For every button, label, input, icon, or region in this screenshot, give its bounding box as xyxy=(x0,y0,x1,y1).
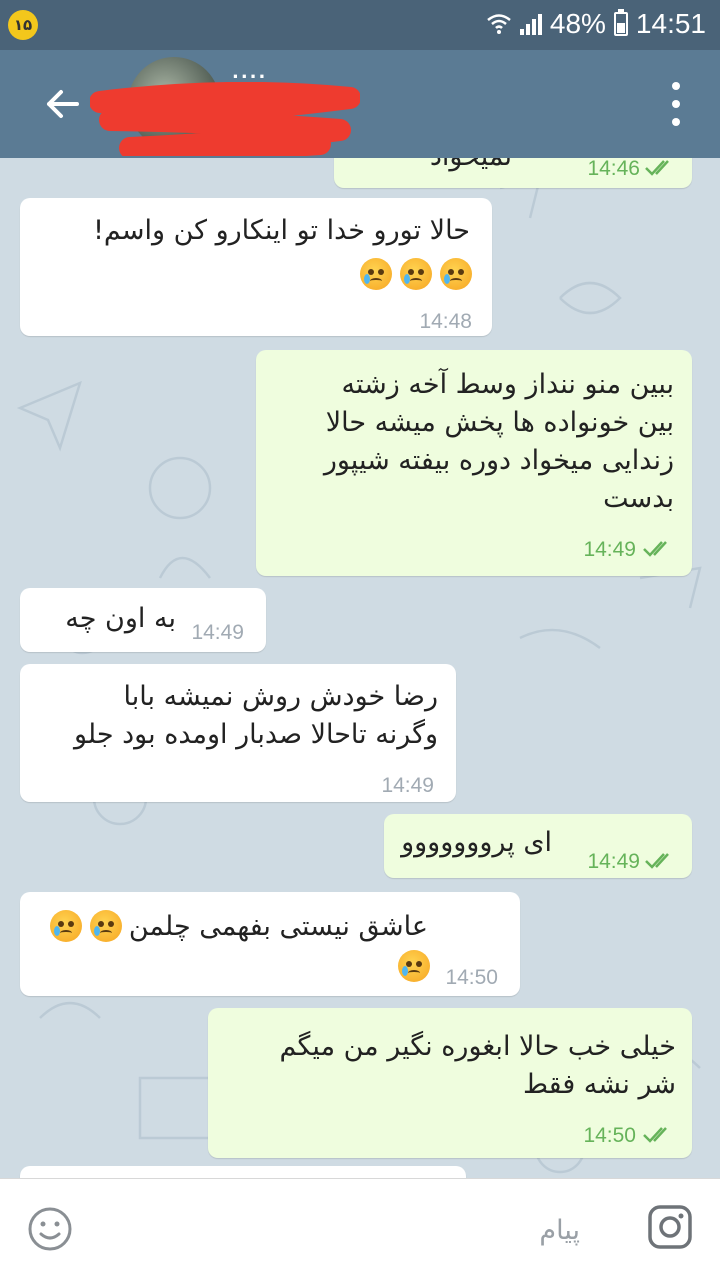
dot-icon xyxy=(672,118,680,126)
message-bubble[interactable] xyxy=(20,1166,466,1178)
message-input-bar xyxy=(0,1178,720,1280)
message-time: 14:49 xyxy=(381,774,434,797)
message-text: عاشق نیستی بفهمی چلمن xyxy=(128,911,428,942)
message-time: 14:49 xyxy=(191,621,244,644)
contact-name[interactable]: .... xyxy=(232,62,267,83)
notification-badge: ۱۵ xyxy=(8,10,38,40)
battery-percent: 48% xyxy=(549,8,606,39)
message-text: حالا تورو خدا تو اینکارو کن واسم! xyxy=(93,215,470,246)
double-check-icon xyxy=(643,1127,667,1143)
dot-icon xyxy=(672,100,680,108)
message-bubble[interactable]: ببین منو ننداز وسط آخه زشته بین خونواده … xyxy=(256,350,692,576)
double-check-icon xyxy=(645,853,669,869)
message-text: نمیخواد xyxy=(342,158,512,176)
battery-icon xyxy=(613,9,628,36)
more-options-button[interactable] xyxy=(666,82,686,126)
message-input[interactable] xyxy=(100,1203,580,1257)
crying-face-icon xyxy=(360,258,392,290)
message-text: ببین منو ننداز وسط آخه زشته بین خونواده … xyxy=(323,369,674,514)
message-list[interactable]: نمیخواد 14:46 حالا تورو خدا تو اینکارو ک… xyxy=(0,158,720,1178)
message-time: 14:49 xyxy=(583,538,636,561)
crying-face-icon xyxy=(440,258,472,290)
loudly-crying-face-icon xyxy=(398,950,430,982)
redaction-scribble xyxy=(90,82,360,156)
emoji-row xyxy=(394,950,430,982)
message-bubble[interactable]: نمیخواد 14:46 xyxy=(334,158,692,188)
message-bubble[interactable]: خیلی خب حالا ابغوره نگیر من میگم شر نشه … xyxy=(208,1008,692,1158)
back-button[interactable] xyxy=(34,78,90,130)
message-bubble[interactable]: عاشق نیستی بفهمی چلمن 14:50 xyxy=(20,892,520,996)
message-text: خیلی خب حالا ابغوره نگیر من میگم شر نشه … xyxy=(279,1031,676,1100)
dot-icon xyxy=(672,82,680,90)
message-time: 14:49 xyxy=(587,850,640,873)
double-check-icon xyxy=(645,160,669,176)
loudly-crying-face-icon xyxy=(90,910,122,942)
message-time: 14:48 xyxy=(419,310,472,333)
message-text: به اون چه xyxy=(65,603,176,634)
emoji-row xyxy=(356,258,472,290)
message-text: ای پرووووووو xyxy=(401,827,552,858)
wifi-icon xyxy=(487,14,511,34)
message-time: 14:46 xyxy=(587,158,640,180)
message-time: 14:50 xyxy=(445,966,498,989)
arrow-left-icon xyxy=(47,90,79,118)
clock: 14:51 xyxy=(635,8,706,39)
message-time: 14:50 xyxy=(583,1124,636,1147)
emoji-row xyxy=(46,910,122,942)
chat-header: .... xyxy=(0,50,720,158)
double-check-icon xyxy=(643,541,667,557)
loudly-crying-face-icon xyxy=(50,910,82,942)
signal-icon xyxy=(519,13,542,35)
message-bubble[interactable]: حالا تورو خدا تو اینکارو کن واسم! 14:48 xyxy=(20,198,492,336)
message-text: رضا خودش روش نمیشه بابا وگرنه تاحالا صدب… xyxy=(73,681,438,750)
camera-icon[interactable] xyxy=(646,1203,694,1251)
emoji-icon[interactable] xyxy=(26,1205,74,1253)
crying-face-icon xyxy=(400,258,432,290)
status-icons: 48% 14:51 xyxy=(486,8,706,40)
status-bar: ۱۵ 48% 14:51 xyxy=(0,0,720,50)
message-bubble[interactable]: ای پرووووووو 14:49 xyxy=(384,814,692,878)
message-bubble[interactable]: به اون چه 14:49 xyxy=(20,588,266,652)
message-bubble[interactable]: رضا خودش روش نمیشه بابا وگرنه تاحالا صدب… xyxy=(20,664,456,802)
